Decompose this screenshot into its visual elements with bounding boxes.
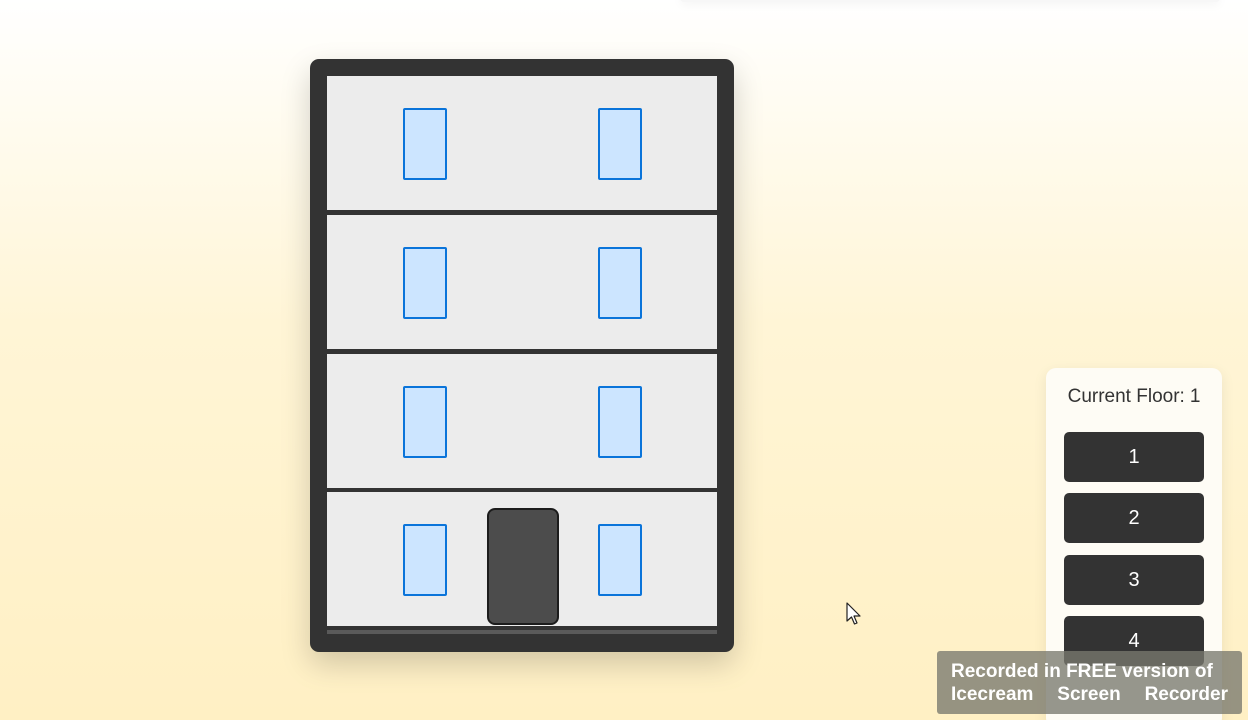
watermark-word: Icecream xyxy=(951,684,1034,705)
building xyxy=(310,59,734,652)
window xyxy=(598,108,642,180)
floor-1-button[interactable]: 1 xyxy=(1064,432,1204,482)
floor-2 xyxy=(327,354,717,488)
window xyxy=(403,386,447,458)
current-floor-value: 1 xyxy=(1189,386,1201,407)
current-floor-label: Current Floor: xyxy=(1067,386,1185,407)
current-floor-display: Current Floor: 1 xyxy=(1046,386,1222,408)
window xyxy=(403,247,447,319)
window xyxy=(598,524,642,596)
floor-3 xyxy=(327,215,717,349)
window xyxy=(403,524,447,596)
window xyxy=(403,108,447,180)
top-bar-shadow xyxy=(680,0,1220,2)
elevator-car xyxy=(487,508,559,625)
watermark-line-1: Recorded in FREE version of xyxy=(951,661,1213,682)
floor-4 xyxy=(327,76,717,210)
watermark-word: Recorder xyxy=(1144,684,1228,705)
watermark-line-2: Icecream Screen Recorder xyxy=(951,683,1228,706)
watermark-word: Screen xyxy=(1057,684,1121,705)
mouse-pointer-icon xyxy=(846,602,861,625)
window xyxy=(598,247,642,319)
floor-3-button[interactable]: 3 xyxy=(1064,555,1204,605)
ground-line xyxy=(327,630,717,634)
window xyxy=(598,386,642,458)
recorder-watermark: Recorded in FREE version of Icecream Scr… xyxy=(937,651,1242,714)
floor-2-button[interactable]: 2 xyxy=(1064,493,1204,543)
